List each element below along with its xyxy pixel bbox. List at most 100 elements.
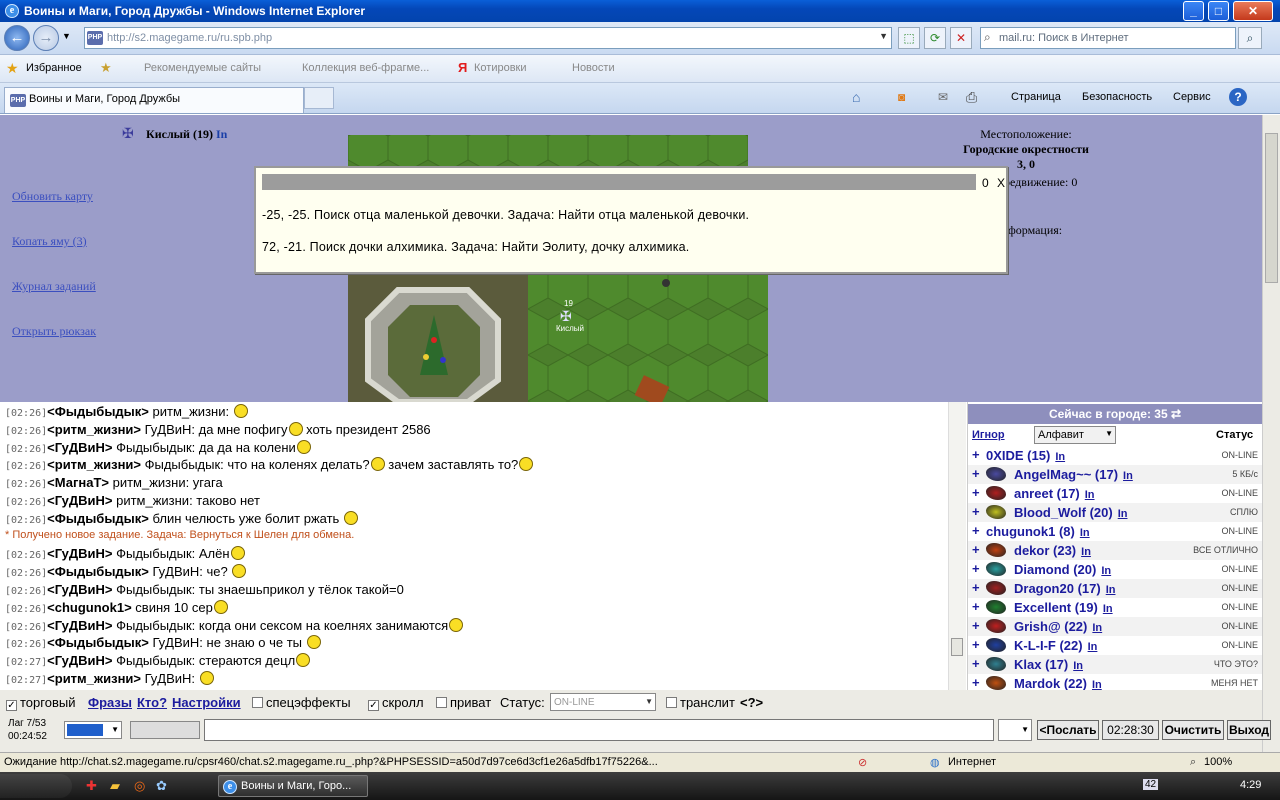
add-user-icon[interactable]: + [972, 561, 980, 576]
online-user-row[interactable]: +0XIDE (15) In ON-LINE [968, 446, 1262, 465]
tab-game[interactable]: PHP Воины и Маги, Город Дружбы [4, 87, 304, 113]
message-nick[interactable]: <ГуДВиН> [47, 493, 112, 508]
back-button[interactable]: ← [4, 25, 30, 51]
player-marker-icon[interactable]: ✠ [560, 308, 572, 325]
message-nick[interactable]: <ритм_жизни> [47, 457, 141, 472]
quicklaunch-icon[interactable]: ✚ [86, 778, 97, 794]
user-in-link[interactable]: In [1055, 451, 1065, 463]
quest-log-link[interactable]: Журнал заданий [12, 279, 96, 294]
user-name[interactable]: Klax (17) [1014, 657, 1068, 672]
user-in-link[interactable]: In [1103, 603, 1113, 615]
online-user-row[interactable]: + Dragon20 (17) In ON-LINE [968, 579, 1262, 598]
messenger-icon[interactable]: ✿ [156, 778, 167, 794]
user-name[interactable]: Grish@ (22) [1014, 619, 1087, 634]
tray-counter[interactable]: 42 [1143, 779, 1159, 790]
message-nick[interactable]: <ритм_жизни> [47, 671, 141, 686]
print-icon[interactable]: ⎙ [966, 89, 977, 106]
user-name[interactable]: AngelMag~~ (17) [1014, 467, 1118, 482]
online-user-row[interactable]: + K-L-I-F (22) In ON-LINE [968, 636, 1262, 655]
message-nick[interactable]: <Фыдыбыдык> [47, 511, 149, 526]
ignore-link[interactable]: Игнор [972, 429, 1005, 441]
refresh-map-link[interactable]: Обновить карту [12, 189, 93, 204]
who-link[interactable]: Кто? [137, 695, 167, 710]
user-name[interactable]: anreet (17) [1014, 486, 1080, 501]
maximize-button[interactable]: □ [1208, 1, 1229, 21]
open-backpack-link[interactable]: Открыть рюкзак [12, 324, 96, 339]
search-input[interactable]: ⌕ mail.ru: Поиск в Интернет [980, 27, 1236, 49]
settings-link[interactable]: Настройки [172, 695, 241, 710]
online-user-row[interactable]: + dekor (23) In ВСЕ ОТЛИЧНО [968, 541, 1262, 560]
browser-icon[interactable]: ◎ [134, 778, 145, 794]
user-in-link[interactable]: In [1092, 679, 1102, 690]
user-in-link[interactable]: In [1092, 622, 1102, 634]
online-user-row[interactable]: + chugunok1 (8) In ON-LINE [968, 522, 1262, 541]
user-name[interactable]: Diamond (20) [1014, 562, 1096, 577]
online-user-row[interactable]: + Grish@ (22) In ON-LINE [968, 617, 1262, 636]
player-in-link[interactable]: In [216, 127, 227, 141]
online-user-row[interactable]: + anreet (17) In ON-LINE [968, 484, 1262, 503]
rss-icon[interactable]: ◙ [898, 90, 905, 104]
forward-button[interactable]: → [33, 25, 59, 51]
user-name[interactable]: Blood_Wolf (20) [1014, 505, 1113, 520]
private-checkbox[interactable]: приват [436, 695, 491, 710]
folder-icon[interactable]: ▰ [110, 778, 120, 794]
message-input[interactable] [204, 719, 994, 741]
user-in-link[interactable]: In [1101, 565, 1111, 577]
exit-button[interactable]: Выход [1227, 720, 1271, 740]
dig-pit-link[interactable]: Копать яму (3) [12, 234, 87, 249]
user-in-link[interactable]: In [1106, 584, 1116, 596]
message-nick[interactable]: <Фыдыбыдык> [47, 404, 149, 419]
service-menu[interactable]: Сервис [1173, 91, 1211, 103]
message-nick[interactable]: <ГуДВиН> [47, 440, 112, 455]
add-user-icon[interactable]: + [972, 656, 980, 671]
popup-blocker-icon[interactable]: ⊘ [858, 756, 867, 769]
page-scroll-thumb[interactable] [1265, 133, 1278, 283]
message-nick[interactable]: <Фыдыбыдык> [47, 635, 149, 650]
fav-item-2[interactable]: Котировки [474, 62, 527, 74]
translit-checkbox[interactable]: транслит [666, 695, 735, 710]
online-user-row[interactable]: + Mardok (22) In МЕНЯ НЕТ [968, 674, 1262, 690]
scroll-checkbox[interactable]: ✓ скролл [368, 695, 424, 711]
sort-select[interactable]: Алфавит ▼ [1034, 426, 1116, 444]
quest-close-button[interactable]: X [996, 175, 1006, 191]
url-field[interactable]: PHP http://s2.magegame.ru/ru.spb.php ▼ [84, 27, 892, 49]
message-nick[interactable]: <chugunok1> [47, 600, 132, 615]
add-user-icon[interactable]: + [972, 466, 980, 481]
zoom-level[interactable]: 100% [1204, 756, 1232, 768]
message-nick[interactable]: <ГуДВиН> [47, 546, 112, 561]
url-dropdown-icon[interactable]: ▼ [879, 31, 888, 41]
page-scrollbar[interactable] [1262, 115, 1280, 755]
new-tab-button[interactable] [304, 87, 334, 109]
user-name[interactable]: Excellent (19) [1014, 600, 1098, 615]
effects-checkbox[interactable]: спецэффекты [252, 695, 351, 710]
translit-help-link[interactable]: <?> [740, 695, 763, 710]
add-user-icon[interactable]: + [972, 599, 980, 614]
online-user-row[interactable]: + Klax (17) In ЧТО ЭТО? [968, 655, 1262, 674]
stop-icon[interactable]: ✕ [950, 27, 972, 49]
add-user-icon[interactable]: + [972, 675, 980, 690]
help-icon[interactable]: ? [1229, 88, 1247, 106]
user-in-link[interactable]: In [1080, 527, 1090, 539]
trade-checkbox[interactable]: ✓ торговый [6, 695, 75, 711]
add-user-icon[interactable]: + [972, 485, 980, 500]
add-user-icon[interactable]: + [972, 580, 980, 595]
online-user-row[interactable]: + AngelMag~~ (17) In 5 КБ/с [968, 465, 1262, 484]
user-name[interactable]: Mardok (22) [1014, 676, 1087, 690]
minimize-button[interactable]: _ [1183, 1, 1204, 21]
close-window-button[interactable]: ✕ [1233, 1, 1273, 21]
security-menu[interactable]: Безопасность [1082, 91, 1152, 103]
user-in-link[interactable]: In [1073, 660, 1083, 672]
home-icon[interactable]: ⌂ [852, 89, 860, 105]
favorites-button[interactable]: Избранное [26, 62, 82, 74]
zoom-icon[interactable]: ⌕ [1190, 756, 1196, 769]
message-nick[interactable]: <ГуДВиН> [47, 653, 112, 668]
add-user-icon[interactable]: + [972, 504, 980, 519]
search-go-icon[interactable]: ⌕ [1238, 27, 1262, 49]
fav-item-3[interactable]: Новости [572, 62, 615, 74]
online-user-row[interactable]: + Excellent (19) In ON-LINE [968, 598, 1262, 617]
add-user-icon[interactable]: + [972, 523, 980, 538]
message-nick[interactable]: <ГуДВиН> [47, 582, 112, 597]
message-nick[interactable]: <Фыдыбыдык> [47, 564, 149, 579]
smile-select[interactable]: ▼ [998, 719, 1032, 741]
status-select[interactable]: ON-LINE ▼ [550, 693, 656, 711]
